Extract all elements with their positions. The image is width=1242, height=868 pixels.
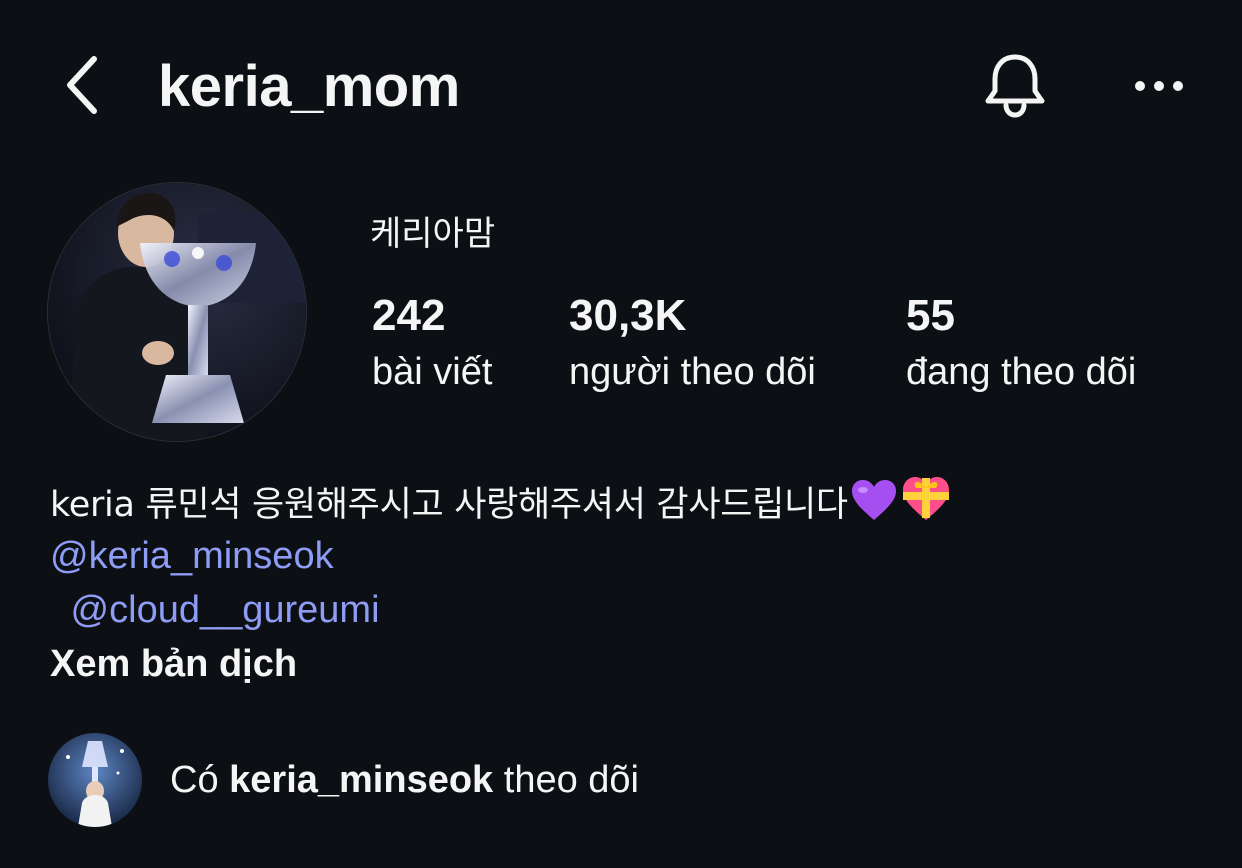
mention-link-keria-minseok[interactable]: @keria_minseok [50,532,334,580]
followers-stat[interactable]: 30,3K người theo dõi [569,290,816,396]
mention-link-cloud-gureumi[interactable]: @cloud__gureumi [60,586,380,634]
profile-page: keria_mom 케리아맘 242 bài viết 30,3K người … [0,0,1242,868]
following-stat[interactable]: 55 đang theo dõi [906,290,1136,396]
followed-by-prefix: Có [170,759,219,801]
followed-by-text[interactable]: Có keria_minseok theo dõi [170,755,639,805]
profile-username-title: keria_mom [158,54,460,119]
purple-heart-icon [850,478,898,537]
see-translation-button[interactable]: Xem bản dịch [50,640,297,688]
posts-count: 242 [372,291,446,340]
bio-text: keria 류민석 응원해주시고 사랑해주셔서 감사드립니다 [50,474,952,537]
followed-by-suffix: theo dõi [503,759,639,801]
back-button[interactable] [52,50,112,120]
more-options-button[interactable] [1126,64,1192,108]
heart-with-ribbon-icon [900,474,952,537]
followers-count: 30,3K [569,291,687,340]
display-name: 케리아맘 [370,214,496,254]
bell-icon [985,54,1045,118]
more-horizontal-icon [1135,81,1183,91]
chevron-left-icon [67,56,97,114]
bio-text-content: keria 류민석 응원해주시고 사랑해주셔서 감사드립니다 [50,485,848,525]
posts-label: bài viết [372,351,493,393]
following-count: 55 [906,291,955,340]
notifications-button[interactable] [978,48,1052,124]
mutual-follower-photo [48,733,142,827]
followers-label: người theo dõi [569,351,816,393]
profile-avatar[interactable] [48,183,306,441]
posts-stat[interactable]: 242 bài viết [372,290,492,396]
mutual-follower-avatar[interactable] [48,733,142,827]
following-label: đang theo dõi [906,351,1137,393]
followed-by-username[interactable]: keria_minseok [229,759,493,801]
profile-photo [48,183,306,441]
